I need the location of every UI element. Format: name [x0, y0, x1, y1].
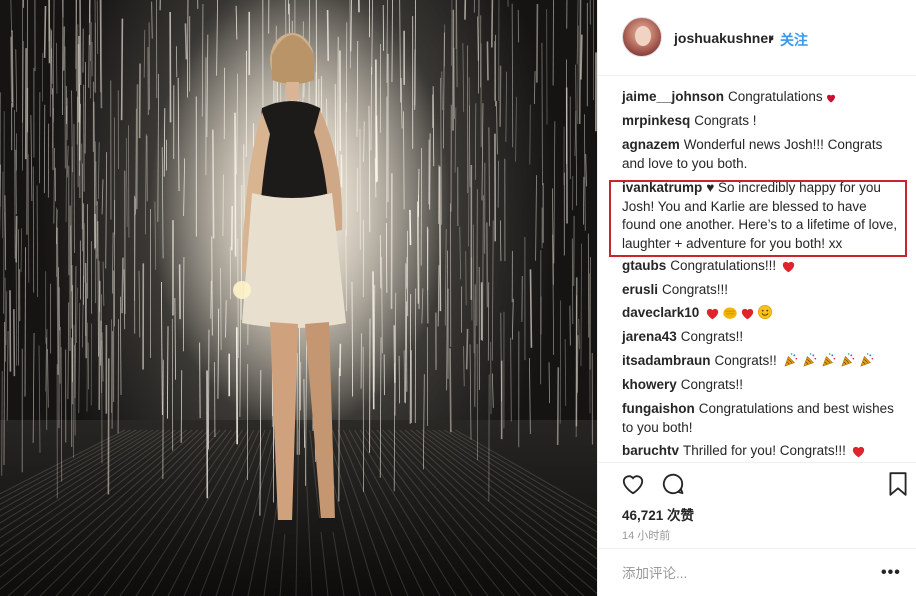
- comment-username[interactable]: fungaishon: [622, 401, 695, 416]
- party-popper-icon: [859, 352, 875, 374]
- comment-item: jaime__johnson Congratulations: [622, 88, 898, 110]
- post-header: joshuakushner • 关注: [598, 0, 916, 76]
- party-popper-icon: [840, 352, 856, 374]
- comment-username[interactable]: jaime__johnson: [622, 89, 724, 104]
- post-side-panel: joshuakushner • 关注 jaime__johnson Congrat…: [597, 0, 916, 596]
- bookmark-icon[interactable]: [886, 471, 912, 497]
- comment-username[interactable]: mrpinkesq: [622, 113, 690, 128]
- comment-text: Congrats !: [694, 113, 757, 128]
- comment-item: erusli Congrats!!!: [622, 281, 898, 300]
- comment-username[interactable]: erusli: [622, 282, 658, 297]
- comment-icon[interactable]: [660, 471, 686, 497]
- add-comment-input[interactable]: [622, 563, 872, 583]
- post-actions: 46,721 次赞 14 小时前 •••: [598, 462, 916, 596]
- comment-text: Congratulations!!!: [670, 258, 777, 273]
- comment-username[interactable]: itsadambraun: [622, 353, 711, 368]
- comments-list[interactable]: jaime__johnson Congratulations mrpinkesq C…: [598, 86, 916, 462]
- comment-username[interactable]: gtaubs: [622, 258, 666, 273]
- comment-item: mrpinkesq Congrats !: [622, 112, 898, 131]
- comment-item: khowery Congrats!!: [622, 376, 898, 395]
- comment-item: daveclark10: [622, 304, 898, 326]
- post-photo[interactable]: [0, 0, 597, 596]
- comment-item: agnazem Wonderful news Josh!!! Congrats a…: [622, 136, 898, 173]
- heart-icon: [781, 259, 796, 279]
- comment-text: Congrats!!!: [662, 282, 729, 297]
- comment-username[interactable]: baruchtv: [622, 443, 679, 458]
- party-popper-icon: [802, 352, 818, 374]
- rain-photo-art: [0, 0, 597, 596]
- heart-icon: [825, 91, 837, 110]
- heart-outline-icon[interactable]: [620, 471, 646, 497]
- comment-username[interactable]: daveclark10: [622, 305, 699, 320]
- fist-icon: [722, 305, 738, 326]
- header-username[interactable]: joshuakushner: [674, 30, 774, 46]
- comment-text: Congrats!!: [680, 329, 744, 344]
- heart-icon: [705, 306, 720, 326]
- more-options-button[interactable]: •••: [881, 564, 901, 582]
- party-popper-icon: [821, 352, 837, 374]
- comment-text: Congrats!!: [680, 377, 744, 392]
- add-comment-bar: •••: [598, 548, 916, 596]
- comment-username[interactable]: khowery: [622, 377, 677, 392]
- comment-item: itsadambraun Congrats!!: [622, 352, 898, 374]
- avatar[interactable]: [622, 17, 662, 57]
- comment-text: Thrilled for you! Congrats!!!: [683, 443, 846, 458]
- comment-text: Congratulations: [728, 89, 823, 104]
- comment-text: Congrats!!: [714, 353, 777, 368]
- comment-username[interactable]: jarena43: [622, 329, 677, 344]
- party-popper-group: [777, 353, 875, 368]
- follow-button[interactable]: 关注: [780, 30, 808, 50]
- comment-item: baruchtv Thrilled for you! Congrats!!!: [622, 442, 898, 462]
- smiley-icon: [757, 304, 773, 326]
- likes-count[interactable]: 46,721 次赞: [622, 504, 694, 524]
- heart-icon: [740, 306, 755, 326]
- comment-item: fungaishon Congratulations and best wishe…: [622, 400, 898, 437]
- heart-icon: [851, 444, 866, 462]
- avatar-face: [635, 26, 651, 46]
- comment-item: jarena43 Congrats!!: [622, 328, 898, 347]
- comment-username[interactable]: agnazem: [622, 137, 680, 152]
- post-timestamp[interactable]: 14 小时前: [622, 527, 670, 543]
- comment-highlight-box: [609, 180, 907, 257]
- header-separator: •: [769, 30, 774, 46]
- comment-item: gtaubs Congratulations!!!: [622, 257, 898, 279]
- party-popper-icon: [783, 352, 799, 374]
